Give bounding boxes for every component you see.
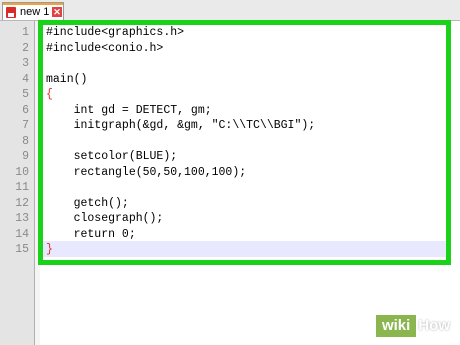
- line-number-gutter: 1 2 3 4 5 6 7 8 9 10 11 12 13 14 15: [0, 21, 35, 345]
- line-number: 10: [15, 165, 29, 179]
- line-number: 6: [22, 103, 29, 117]
- tab-label: new 1: [20, 6, 50, 18]
- line-number: 5: [22, 88, 29, 101]
- line-number: 2: [22, 41, 29, 55]
- close-icon[interactable]: ✕: [52, 7, 62, 17]
- tab-new-1[interactable]: new 1 ✕: [2, 2, 64, 20]
- tab-accent: [3, 3, 63, 5]
- line-number: 1: [22, 26, 29, 39]
- code-highlight-box: [38, 20, 451, 265]
- notepad-file-icon: [6, 7, 16, 18]
- line-number: 12: [15, 196, 29, 210]
- line-number: 8: [22, 134, 29, 148]
- line-number: 4: [22, 72, 29, 86]
- line-number: 13: [15, 212, 29, 225]
- tab-bar: new 1 ✕: [0, 0, 460, 21]
- line-number: 9: [22, 150, 29, 163]
- watermark-wiki: wiki: [375, 315, 417, 337]
- wikihow-watermark: wiki How: [375, 315, 452, 337]
- line-number: 11: [15, 181, 29, 194]
- line-number: 14: [15, 227, 29, 241]
- line-number: 15: [15, 243, 29, 256]
- line-number: 3: [22, 57, 29, 70]
- watermark-how: How: [418, 317, 450, 334]
- line-number: 7: [22, 119, 29, 132]
